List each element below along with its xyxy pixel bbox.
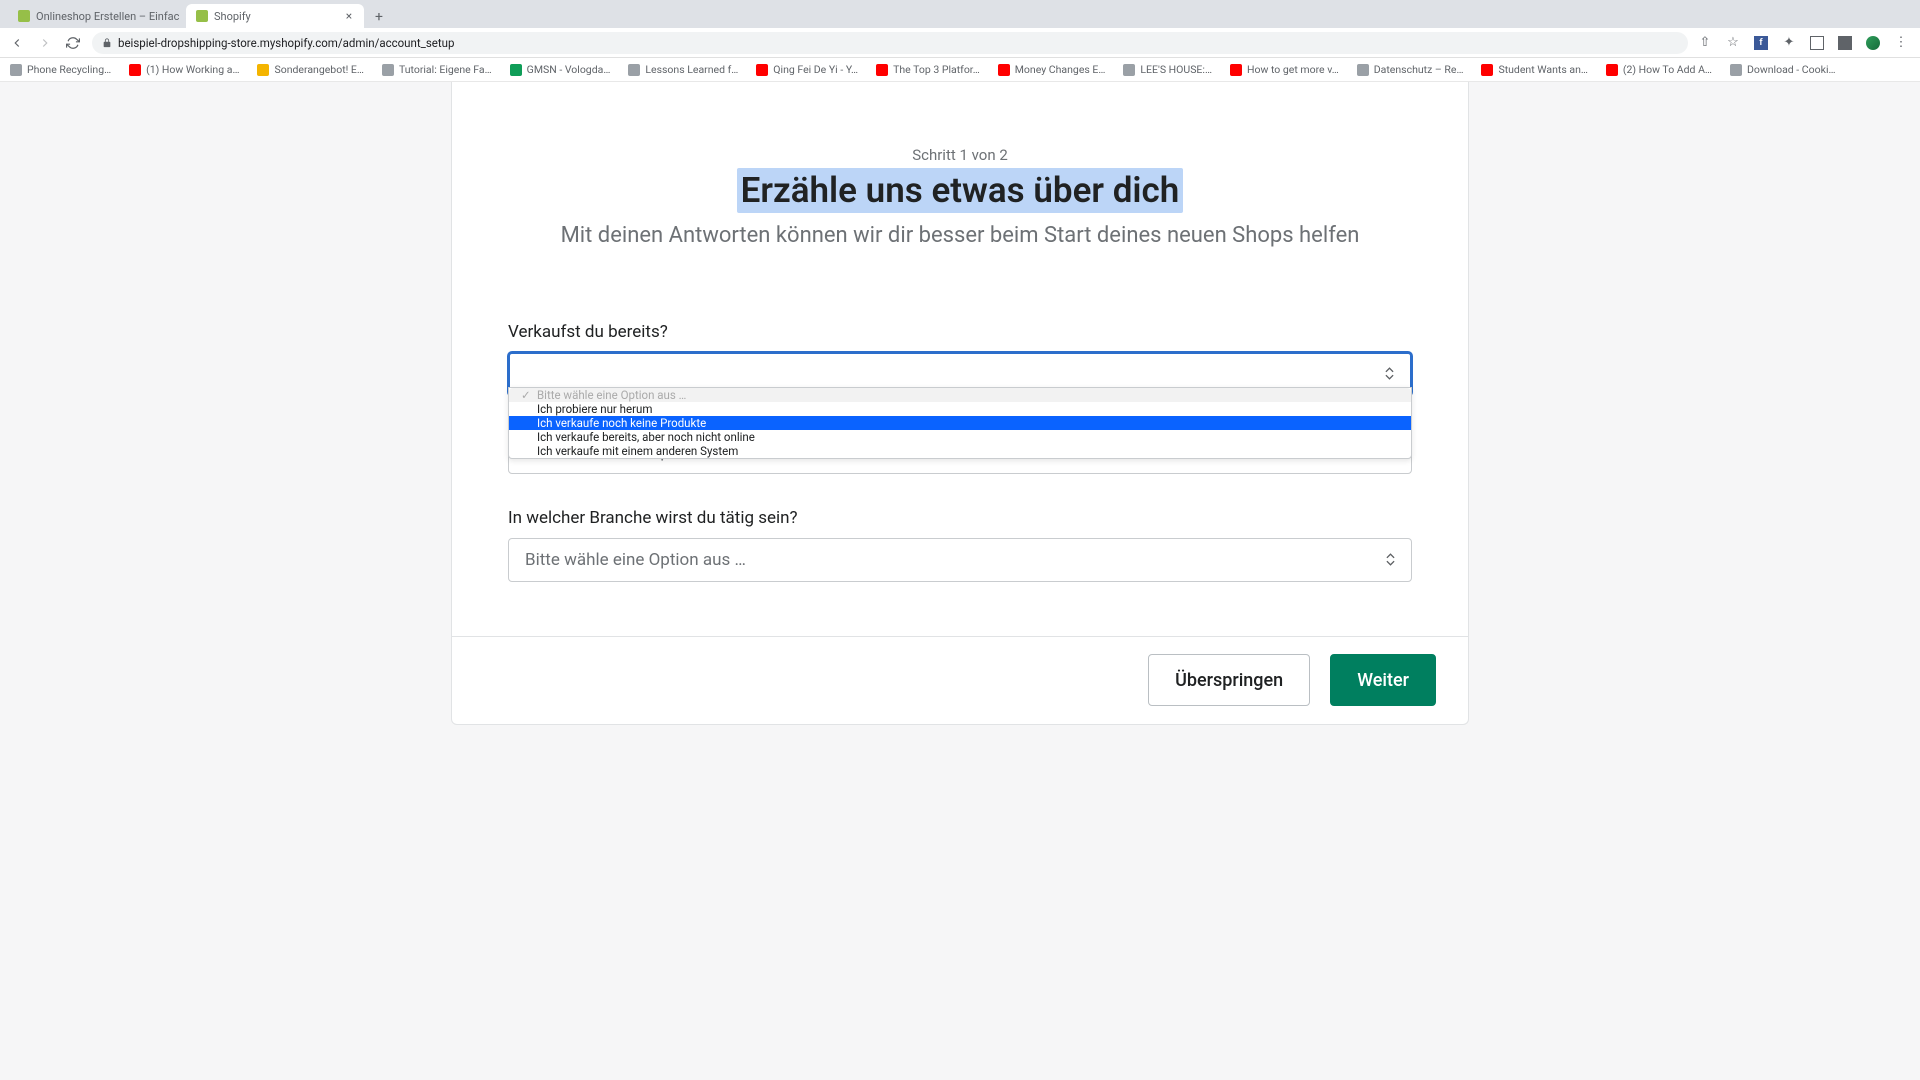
bookmark-item[interactable]: Datenschutz – Re…	[1357, 63, 1464, 76]
dropdown-option-selected[interactable]: Ich verkaufe noch keine Produkte	[509, 416, 1411, 430]
ext-icon[interactable]: f	[1754, 36, 1768, 50]
close-icon[interactable]: ×	[344, 11, 354, 21]
page-title: Erzähle uns etwas über dich	[737, 168, 1184, 213]
bookmark-favicon-icon	[1730, 64, 1742, 76]
bookmark-item[interactable]: The Top 3 Platfor…	[876, 63, 980, 76]
bookmark-item[interactable]: Student Wants an…	[1481, 63, 1587, 76]
bookmark-label: Tutorial: Eigene Fa…	[399, 63, 492, 76]
new-tab-button[interactable]: +	[368, 6, 390, 28]
chevron-updown-icon	[1386, 553, 1395, 566]
lock-icon	[102, 38, 112, 48]
bookmark-item[interactable]: Money Changes E…	[998, 63, 1106, 76]
profile-avatar[interactable]	[1866, 36, 1880, 50]
page-subtitle: Mit deinen Antworten können wir dir bess…	[500, 221, 1420, 252]
bookmark-label: Datenschutz – Re…	[1374, 63, 1464, 76]
dropdown-option[interactable]: Ich probiere nur herum	[509, 402, 1411, 416]
bookmark-favicon-icon	[382, 64, 394, 76]
tab-onlineshop[interactable]: Onlineshop Erstellen – Einfac ×	[8, 4, 186, 28]
bookmark-item[interactable]: How to get more v…	[1230, 63, 1339, 76]
forward-icon[interactable]	[36, 34, 54, 52]
ext-icon[interactable]	[1810, 36, 1824, 50]
bookmark-item[interactable]: LEE'S HOUSE:…	[1123, 63, 1212, 76]
bookmark-label: The Top 3 Platfor…	[893, 63, 980, 76]
select-industry[interactable]: Bitte wähle eine Option aus …	[508, 538, 1412, 582]
bookmark-label: Phone Recycling…	[27, 63, 111, 76]
share-icon[interactable]: ⇧	[1698, 36, 1712, 50]
dropdown-option[interactable]: Ich verkaufe bereits, aber noch nicht on…	[509, 430, 1411, 444]
address-bar[interactable]: beispiel-dropshipping-store.myshopify.co…	[92, 32, 1688, 54]
bookmark-item[interactable]: Tutorial: Eigene Fa…	[382, 63, 492, 76]
next-button[interactable]: Weiter	[1330, 654, 1436, 706]
extension-icons: ⇧ ☆ f ✦ ⋮	[1698, 36, 1912, 50]
menu-icon[interactable]: ⋮	[1894, 36, 1908, 50]
bookmark-item[interactable]: Download - Cooki…	[1730, 63, 1836, 76]
bookmark-item[interactable]: (1) How Working a…	[129, 63, 239, 76]
bookmark-favicon-icon	[756, 64, 768, 76]
chevron-updown-icon	[1385, 367, 1394, 380]
bookmark-favicon-icon	[1123, 64, 1135, 76]
toolbar: beispiel-dropshipping-store.myshopify.co…	[0, 28, 1920, 58]
bookmarks-bar: Phone Recycling… (1) How Working a… Sonder…	[0, 58, 1920, 82]
bookmark-label: (1) How Working a…	[146, 63, 239, 76]
favicon-icon	[18, 10, 30, 22]
favicon-icon	[196, 10, 208, 22]
question3-label: In welcher Branche wirst du tätig sein?	[508, 508, 1412, 528]
dropdown-option-placeholder[interactable]: ✓Bitte wähle eine Option aus …	[509, 388, 1411, 402]
bookmark-label: Lessons Learned f…	[645, 63, 738, 76]
bookmark-favicon-icon	[1481, 64, 1493, 76]
bookmark-item[interactable]: Qing Fei De Yi - Y…	[756, 63, 858, 76]
bookmark-label: Download - Cooki…	[1747, 63, 1836, 76]
bookmark-favicon-icon	[998, 64, 1010, 76]
back-icon[interactable]	[8, 34, 26, 52]
question1-label: Verkaufst du bereits?	[508, 322, 1412, 342]
select-input[interactable]: Bitte wähle eine Option aus …	[508, 538, 1412, 582]
bookmark-label: LEE'S HOUSE:…	[1140, 63, 1212, 76]
bookmark-favicon-icon	[1606, 64, 1618, 76]
bookmark-favicon-icon	[257, 64, 269, 76]
bookmark-favicon-icon	[1357, 64, 1369, 76]
bookmark-item[interactable]: Lessons Learned f…	[628, 63, 738, 76]
reload-icon[interactable]	[64, 34, 82, 52]
dropdown-option[interactable]: Ich verkaufe mit einem anderen System	[509, 444, 1411, 458]
bookmark-favicon-icon	[628, 64, 640, 76]
dropdown-options: ✓Bitte wähle eine Option aus … Ich probi…	[508, 387, 1412, 459]
card-footer: Überspringen Weiter	[452, 636, 1468, 724]
puzzle-icon[interactable]: ✦	[1782, 36, 1796, 50]
url-text: beispiel-dropshipping-store.myshopify.co…	[118, 36, 454, 50]
browser-chrome: Onlineshop Erstellen – Einfac × Shopify …	[0, 0, 1920, 82]
bookmark-item[interactable]: (2) How To Add A…	[1606, 63, 1712, 76]
star-icon[interactable]: ☆	[1726, 36, 1740, 50]
bookmark-item[interactable]: Phone Recycling…	[10, 63, 111, 76]
bookmark-label: How to get more v…	[1247, 63, 1339, 76]
ext-icon[interactable]	[1838, 36, 1852, 50]
bookmark-label: Sonderangebot! E…	[274, 63, 363, 76]
bookmark-label: Qing Fei De Yi - Y…	[773, 63, 858, 76]
select-placeholder: Bitte wähle eine Option aus …	[525, 550, 746, 570]
bookmark-label: Money Changes E…	[1015, 63, 1106, 76]
tab-shopify[interactable]: Shopify ×	[186, 4, 364, 28]
bookmark-label: GMSN - Vologda…	[527, 63, 611, 76]
bookmark-favicon-icon	[510, 64, 522, 76]
tab-label: Shopify	[214, 10, 251, 23]
bookmark-favicon-icon	[129, 64, 141, 76]
bookmark-label: Student Wants an…	[1498, 63, 1587, 76]
tab-label: Onlineshop Erstellen – Einfac	[36, 10, 179, 23]
bookmark-label: (2) How To Add A…	[1623, 63, 1712, 76]
onboarding-card: Schritt 1 von 2 Erzähle uns etwas über d…	[451, 82, 1469, 725]
bookmark-item[interactable]: Sonderangebot! E…	[257, 63, 363, 76]
bookmark-favicon-icon	[1230, 64, 1242, 76]
step-indicator: Schritt 1 von 2	[500, 146, 1420, 164]
bookmark-item[interactable]: GMSN - Vologda…	[510, 63, 611, 76]
bookmark-favicon-icon	[876, 64, 888, 76]
select-already-selling[interactable]: ✓Bitte wähle eine Option aus … Ich probi…	[508, 352, 1412, 396]
bookmark-favicon-icon	[10, 64, 22, 76]
tab-strip: Onlineshop Erstellen – Einfac × Shopify …	[0, 0, 1920, 28]
viewport: Schritt 1 von 2 Erzähle uns etwas über d…	[0, 82, 1920, 1080]
skip-button[interactable]: Überspringen	[1148, 654, 1310, 706]
